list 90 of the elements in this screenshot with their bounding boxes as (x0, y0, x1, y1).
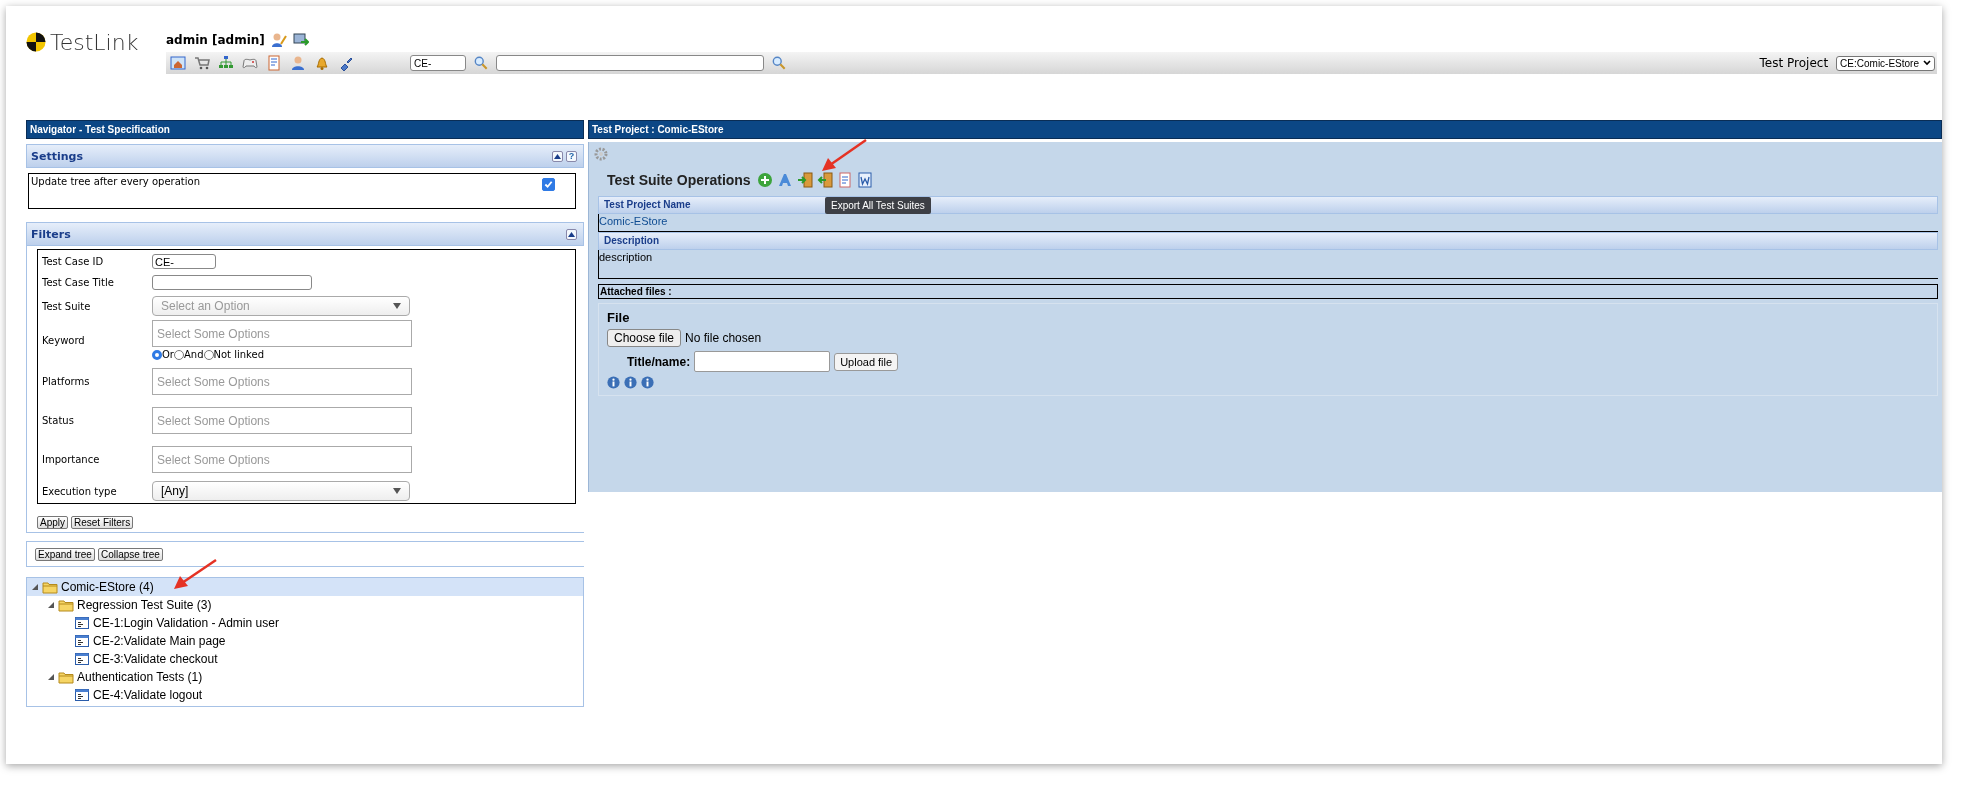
search-field[interactable] (496, 55, 764, 71)
expand-triangle-icon[interactable] (48, 674, 54, 680)
tree-node[interactable]: Authentication Tests (1) (43, 668, 583, 686)
expand-triangle-icon[interactable] (32, 584, 38, 590)
field-label: Test Case Title (42, 277, 115, 288)
title-label: Title/name: (627, 354, 691, 369)
field-label: Importance (42, 454, 101, 465)
logo-text: TestLink (50, 29, 139, 55)
user-name: admin [admin] (166, 33, 265, 47)
logo-icon (26, 32, 46, 52)
panel-title: Test Project : Comic-EStore (588, 120, 1942, 139)
import-door-icon[interactable] (796, 172, 813, 188)
filter-button[interactable]: Reset Filters (71, 516, 134, 529)
setting-label: Update tree after every operation (31, 176, 200, 187)
letter-a-icon[interactable] (776, 172, 793, 188)
folder-icon (42, 579, 58, 595)
logout-monitor-icon[interactable] (292, 32, 309, 48)
folder-icon (58, 669, 74, 685)
expand-triangle-icon[interactable] (48, 602, 54, 608)
search-icon[interactable] (772, 56, 786, 70)
info-icon[interactable] (624, 376, 637, 389)
upload-button[interactable]: Upload file (834, 352, 899, 371)
input-field[interactable]: CE- (152, 254, 216, 269)
file-label: File (607, 310, 631, 325)
search-icon[interactable] (474, 56, 488, 70)
info-icon[interactable] (641, 376, 654, 389)
word-document-icon[interactable] (856, 172, 873, 188)
radio-label: And (184, 349, 204, 360)
dropdown-arrow-icon (393, 303, 401, 309)
attachments-header: Attached files : (598, 284, 1938, 299)
field-label: Status (42, 415, 75, 426)
tree-node[interactable]: CE-3:Validate checkout (59, 650, 583, 668)
test-case-id-field[interactable]: CE- (410, 55, 466, 71)
tree-node[interactable]: CE-4:Validate logout (59, 686, 583, 704)
cart-icon[interactable] (194, 55, 210, 71)
radio-label: Not linked (213, 349, 265, 360)
notebook-icon[interactable] (266, 55, 282, 71)
annotation-arrow (820, 138, 868, 174)
collapse-button[interactable] (566, 228, 577, 240)
info-icon[interactable] (607, 376, 620, 389)
checkbox[interactable] (542, 178, 555, 191)
filter-button[interactable]: Apply (37, 516, 68, 529)
tree-node[interactable]: Comic-EStore (4) (27, 578, 583, 596)
bell-icon[interactable] (314, 55, 330, 71)
project-dropdown[interactable]: CE:Comic-EStore (1836, 55, 1935, 71)
field-header: Description (598, 232, 1938, 250)
user-edit-icon[interactable] (270, 32, 287, 48)
hierarchy-icon[interactable] (218, 55, 234, 71)
collapse-button[interactable] (552, 150, 563, 162)
export-door-icon[interactable] (816, 172, 833, 188)
panel-title: Navigator - Test Specification (26, 120, 584, 139)
plug-icon[interactable] (338, 55, 354, 71)
field-label: Test Suite (42, 300, 92, 312)
tree-button[interactable]: Collapse tree (97, 548, 163, 561)
field-label: Test Case ID (42, 256, 105, 267)
document-icon (74, 687, 90, 703)
field-label: Keyword (42, 334, 86, 346)
add-icon[interactable] (756, 172, 773, 188)
document-icon (74, 651, 90, 667)
document-icon (74, 633, 90, 649)
field-label: Execution type (42, 485, 118, 497)
dropdown-arrow-icon (393, 488, 401, 494)
operations-title: Test Suite Operations (607, 172, 751, 188)
folder-icon (58, 597, 74, 613)
input-field[interactable] (152, 275, 312, 290)
project-label: Test Project (1759, 56, 1829, 70)
person-icon[interactable] (290, 55, 306, 71)
help-button[interactable]: ? (566, 150, 577, 162)
section-header: Filters (26, 222, 584, 246)
report-icon[interactable] (836, 172, 853, 188)
title-field[interactable] (694, 351, 831, 372)
field-label: Platforms (42, 376, 91, 387)
annotation-arrow (172, 558, 218, 592)
tree-node[interactable]: Regression Test Suite (3) (43, 596, 583, 614)
section-header: Settings ? (26, 144, 584, 168)
choose-file-button[interactable]: Choose file (607, 329, 682, 347)
chevron-down-icon (1923, 60, 1931, 66)
description-text: description (598, 250, 1938, 279)
document-icon (74, 615, 90, 631)
home-icon[interactable] (170, 55, 186, 71)
radio-button[interactable] (152, 349, 162, 360)
tree-button[interactable]: Expand tree (35, 548, 95, 561)
file-status: No file chosen (685, 331, 762, 345)
radio-label: Or (162, 349, 174, 360)
tree-node[interactable]: CE-2:Validate Main page (59, 632, 583, 650)
tooltip: Export All Test Suites (825, 197, 931, 214)
radio-button[interactable] (203, 349, 214, 360)
radio-button[interactable] (174, 349, 184, 360)
dropdown[interactable]: [Any] (152, 481, 410, 501)
tree-node[interactable]: CE-1:Login Validation - Admin user (59, 614, 583, 632)
